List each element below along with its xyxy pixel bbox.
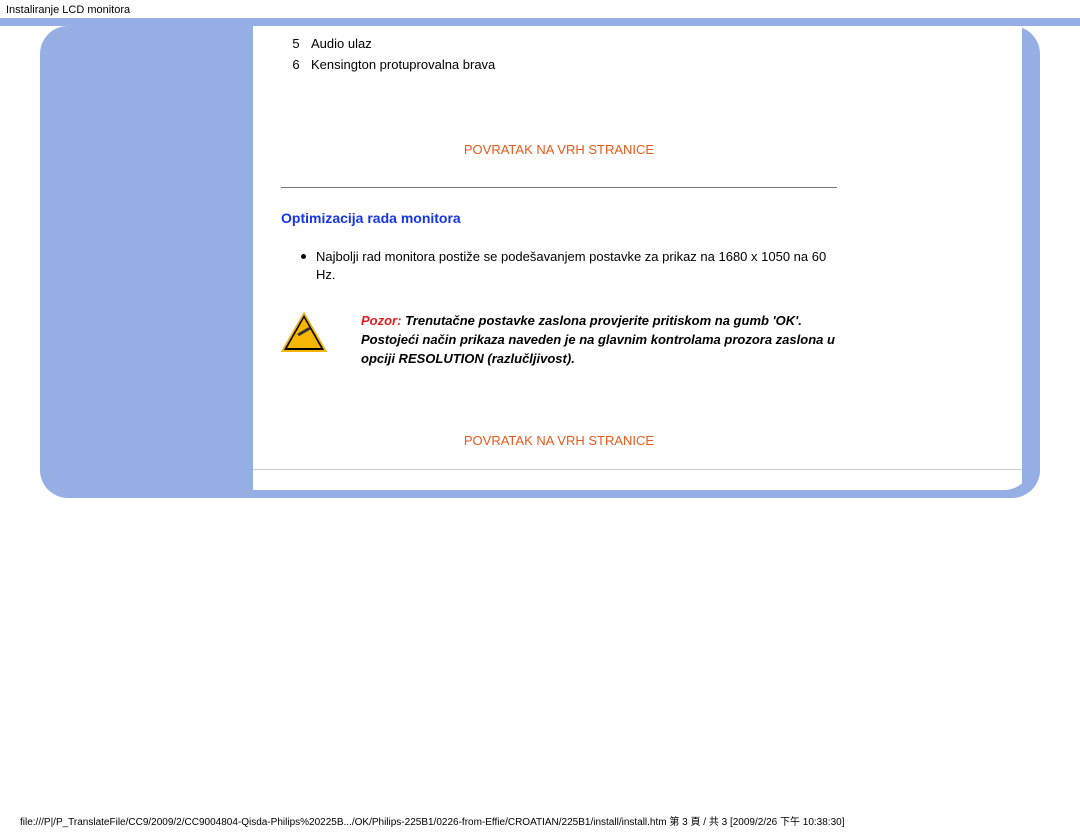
outer-panel: 5 Audio ulaz 6 Kensington protuprovalna … [40, 26, 1040, 498]
right-gutter [867, 26, 1032, 490]
back-to-top-anchor[interactable]: POVRATAK NA VRH STRANICE [464, 142, 654, 157]
bullet-dot-icon [301, 254, 306, 259]
note-label: Pozor: [361, 313, 401, 328]
warning-triangle-icon [281, 312, 327, 352]
left-gutter [48, 26, 253, 490]
warning-note: Pozor: Trenutačne postavke zaslona provj… [281, 312, 837, 369]
bullet-text: Najbolji rad monitora postiže se podešav… [316, 248, 837, 284]
item-table: 5 Audio ulaz 6 Kensington protuprovalna … [281, 36, 837, 72]
item-number: 6 [281, 57, 311, 72]
section-divider [281, 187, 837, 188]
note-body: Trenutačne postavke zaslona provjerite p… [361, 313, 835, 366]
right-bottom-rule [867, 469, 1022, 470]
content-panel: 5 Audio ulaz 6 Kensington protuprovalna … [253, 26, 867, 490]
footer-path: file:///P|/P_TranslateFile/CC9/2009/2/CC… [20, 813, 1060, 828]
bullet-item: Najbolji rad monitora postiže se podešav… [301, 248, 837, 284]
item-label: Kensington protuprovalna brava [311, 57, 837, 72]
back-to-top-anchor[interactable]: POVRATAK NA VRH STRANICE [464, 433, 654, 448]
item-row: 6 Kensington protuprovalna brava [281, 57, 837, 72]
section-heading: Optimizacija rada monitora [281, 210, 837, 226]
content-bottom-rule [253, 469, 867, 470]
top-strip [0, 18, 1080, 26]
back-to-top-link-1[interactable]: POVRATAK NA VRH STRANICE [281, 142, 837, 157]
note-text: Pozor: Trenutačne postavke zaslona provj… [361, 312, 837, 369]
back-to-top-link-2[interactable]: POVRATAK NA VRH STRANICE [281, 433, 837, 448]
item-row: 5 Audio ulaz [281, 36, 837, 51]
right-blue-strip [1022, 26, 1032, 490]
item-label: Audio ulaz [311, 36, 837, 51]
item-number: 5 [281, 36, 311, 51]
page-title: Instaliranje LCD monitora [0, 0, 1080, 18]
bullet-list: Najbolji rad monitora postiže se podešav… [301, 248, 837, 284]
